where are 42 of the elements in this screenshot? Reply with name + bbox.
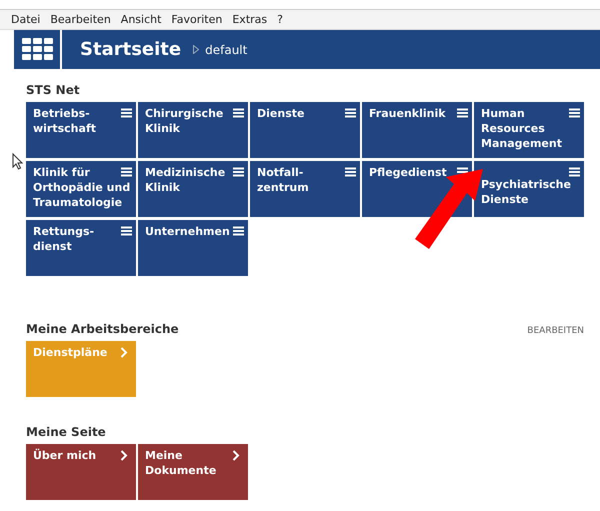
menu-icon [569,167,580,177]
breadcrumb-arrow-icon [193,45,200,54]
tile-link[interactable]: Klinik für Orthopädie und Traumatologie [26,161,136,217]
breadcrumb-link[interactable]: default [205,42,248,56]
menu-item[interactable]: Favoriten [166,13,228,26]
tile-link[interactable]: Rettungs- dienst [26,220,136,276]
tile-link[interactable]: Betriebs- wirtschaft [26,102,136,158]
tile-link[interactable]: Dienste [250,102,360,158]
menu-item[interactable]: Datei [6,13,46,26]
menu-icon [233,108,244,118]
menu-item[interactable]: Extras [227,13,272,26]
tile-link[interactable]: Meine Dokumente [138,444,248,500]
menu-icon [121,226,132,236]
edit-link[interactable]: BEARBEITEN [527,326,584,336]
menu-icon [121,167,132,177]
tile-link[interactable]: Über mich [26,444,136,500]
tile-link[interactable]: Unternehmen [138,220,248,276]
tile-link[interactable]: Frauenklinik [362,102,472,158]
menu-icon [457,108,468,118]
section-heading: Meine Arbeitsbereiche [26,322,179,336]
tile-link[interactable]: Human Resources Management [474,102,584,158]
tile-link[interactable]: Medizinische Klinik [138,161,248,217]
menu-icon [233,167,244,177]
page-title: Startseite [80,39,182,60]
tile-link[interactable]: Notfall- zentrum [250,161,360,217]
tile-link[interactable]: Psychiatrische Dienste [474,161,584,217]
menu-item[interactable]: Ansicht [116,13,166,26]
menu-icon [121,108,132,118]
menu-icon [233,226,244,236]
menu-icon [569,108,580,118]
mouse-pointer-icon [12,153,23,170]
chevron-right-icon [120,347,128,358]
section-heading: Meine Seite [26,425,106,439]
section-heading: STS Net [26,83,80,97]
menu-icon [345,108,356,118]
menu-item[interactable]: ? [272,13,288,26]
chevron-right-icon [232,450,240,461]
grid-icon [22,38,52,61]
tile-link[interactable]: Chirurgische Klinik [138,102,248,158]
menu-item[interactable]: Bearbeiten [45,13,116,26]
chevron-right-icon [120,450,128,461]
menu-icon [345,167,356,177]
